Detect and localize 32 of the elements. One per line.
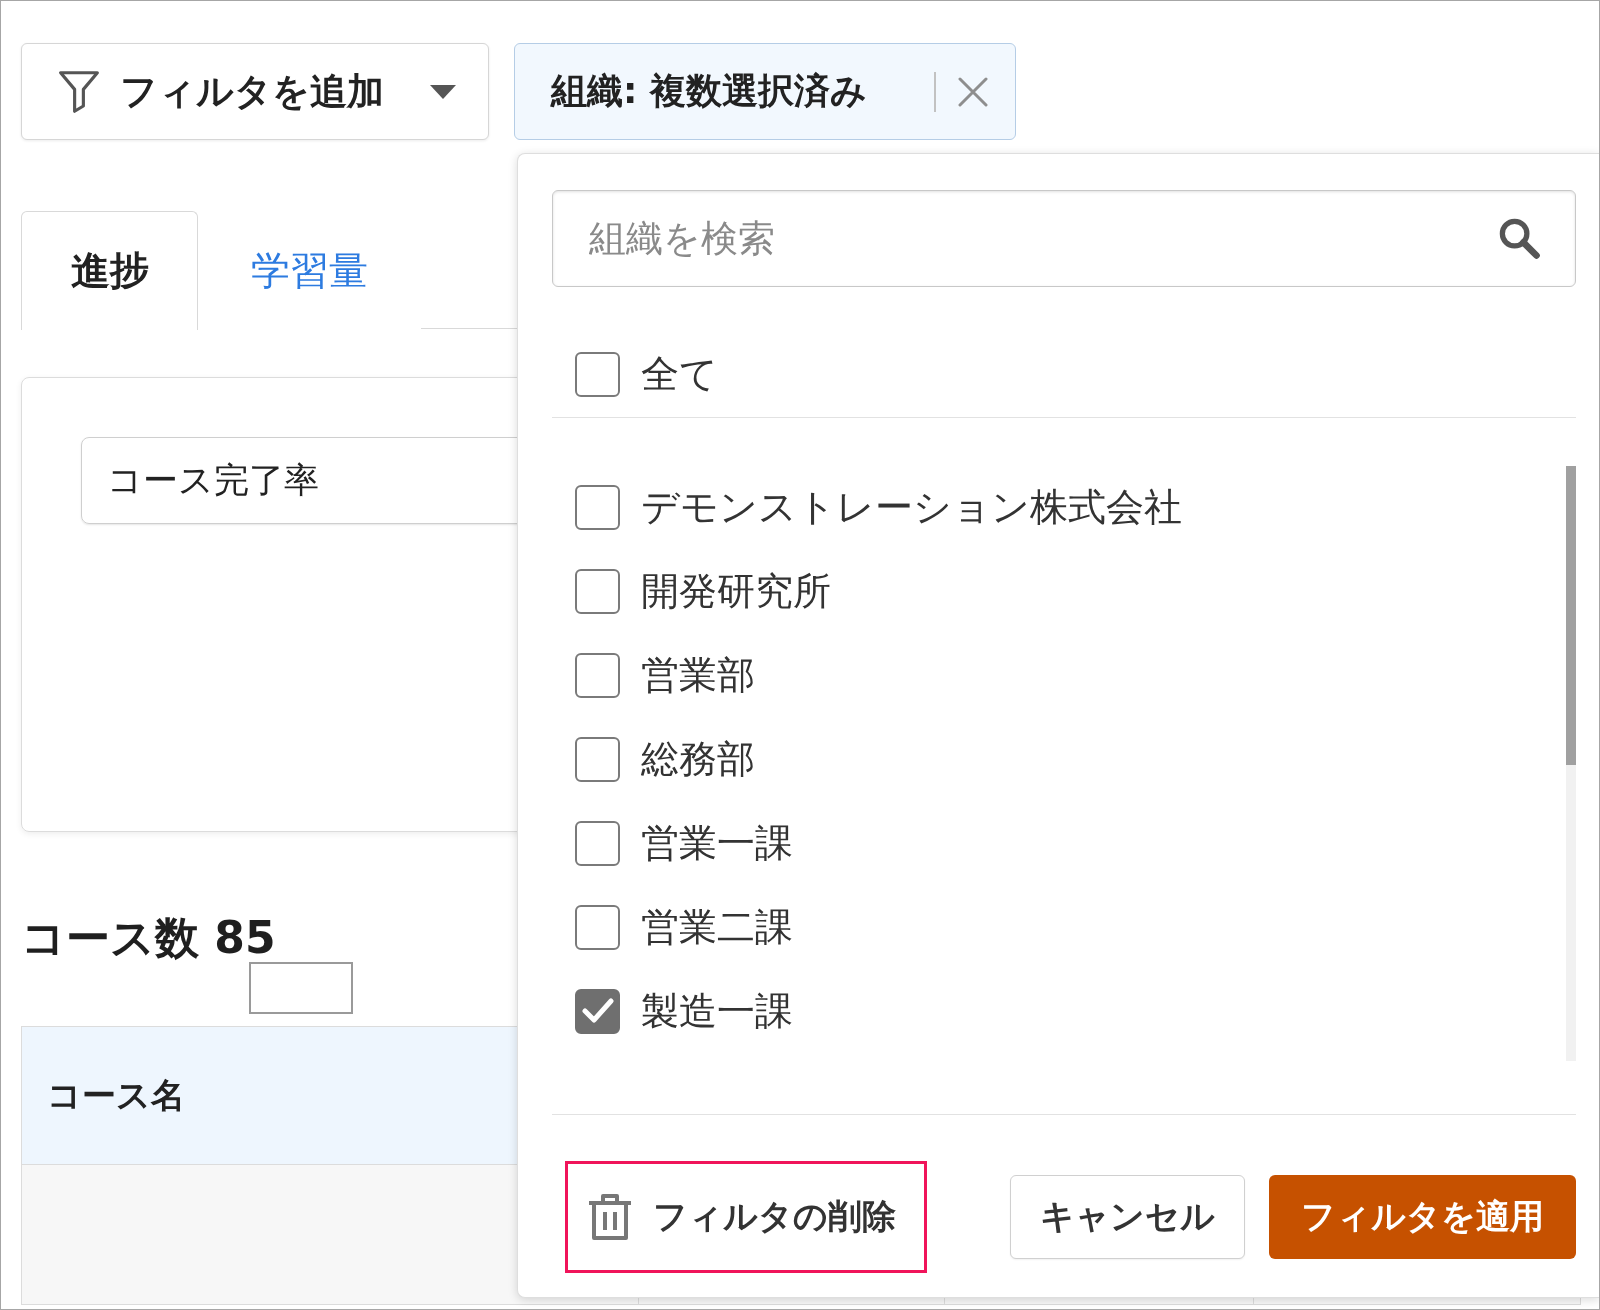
trash-icon [587, 1193, 633, 1241]
add-filter-button[interactable]: フィルタを追加 [21, 43, 489, 140]
checkbox[interactable] [575, 484, 620, 530]
option-label: 営業一課 [641, 820, 793, 866]
option-label: 営業二課 [641, 904, 793, 950]
column-header: コース名 [47, 1073, 185, 1117]
tab[interactable]: 進捗 [21, 211, 198, 330]
option-label: 営業部 [641, 652, 755, 698]
apply-filter-button[interactable]: フィルタを適用 [1269, 1175, 1576, 1259]
checkbox[interactable] [575, 820, 620, 866]
option-label: 総務部 [641, 736, 755, 782]
checkbox[interactable] [575, 988, 620, 1034]
course-count-heading: コース数 85 [21, 916, 276, 960]
search-field[interactable]: 組織を検索 [552, 190, 1576, 287]
scrollbar-thumb[interactable] [1566, 466, 1576, 765]
close-icon[interactable] [958, 76, 988, 107]
caret-icon [430, 84, 456, 99]
checkmark-icon [581, 997, 614, 1025]
filter-chip[interactable]: 組織: 複数選択済み [514, 43, 1016, 140]
option-label: 製造一課 [641, 988, 793, 1034]
option-label: デモンストレーション株式会社 [641, 484, 1182, 530]
checkbox[interactable] [575, 652, 620, 698]
checkbox[interactable] [575, 352, 620, 397]
clear-filter-button[interactable]: フィルタの削除 [571, 1167, 921, 1267]
option-label: 全て [641, 352, 718, 397]
cancel-button[interactable]: キャンセル [1010, 1175, 1245, 1259]
checkbox[interactable] [575, 568, 620, 614]
search-icon[interactable] [1498, 217, 1540, 259]
funnel-icon [58, 69, 100, 114]
checkbox[interactable] [575, 904, 620, 950]
checkbox[interactable] [575, 736, 620, 782]
option-label: 開発研究所 [641, 568, 831, 614]
